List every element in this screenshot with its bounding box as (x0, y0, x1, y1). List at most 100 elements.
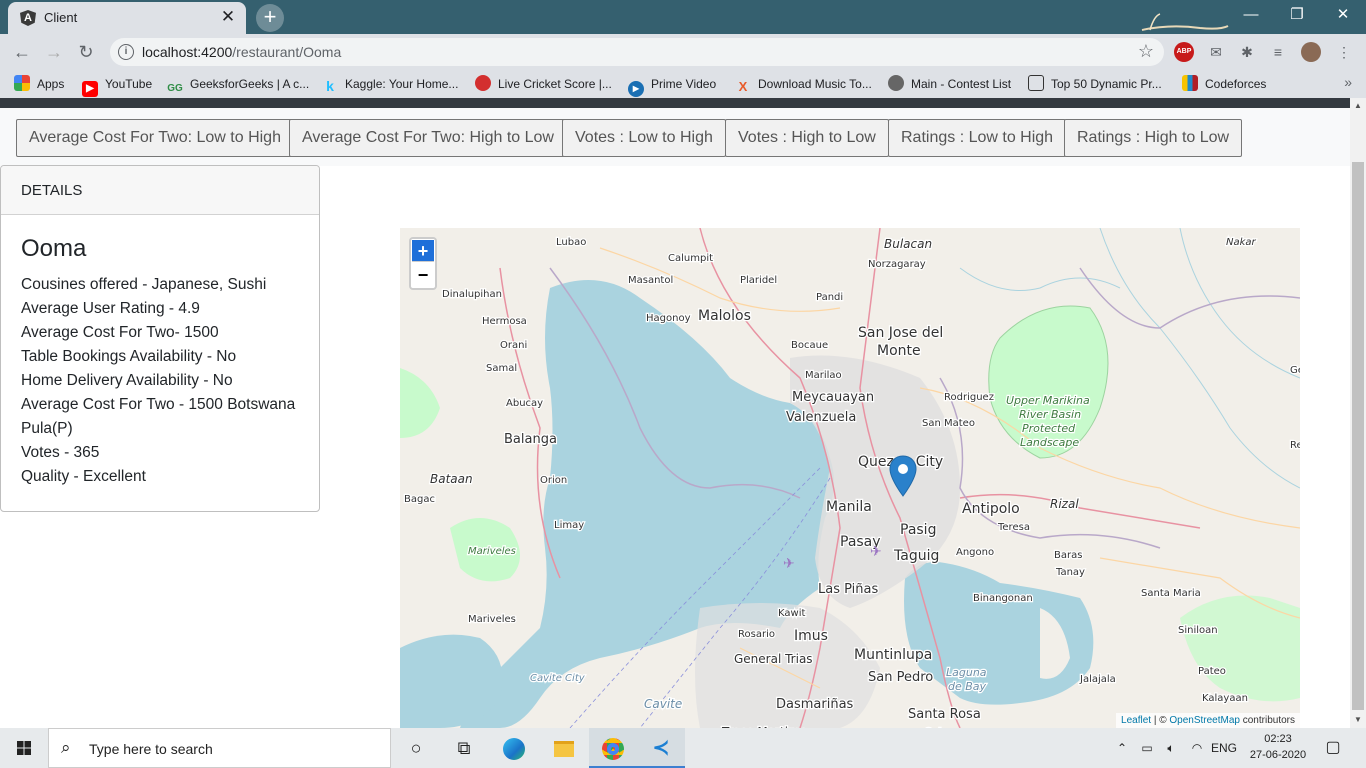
taskbar-search-input[interactable]: Type here to search (89, 741, 213, 757)
search-icon: ⌕ (61, 738, 71, 757)
notifications-icon[interactable]: ▢ (1318, 728, 1348, 768)
angular-icon: A (20, 10, 36, 26)
map-label: Laguna (946, 666, 987, 679)
clock-time: 02:23 (1264, 733, 1292, 745)
address-bar[interactable]: i localhost:4200/restaurant/Ooma ☆ (110, 38, 1164, 66)
forward-icon[interactable]: → (40, 38, 68, 66)
app-navbar (0, 98, 1350, 108)
more-bookmarks-icon[interactable]: » (1344, 74, 1352, 90)
taskbar-clock[interactable]: 02:23 27-06-2020 (1246, 731, 1310, 763)
cricket-icon (475, 75, 491, 91)
network-battery-icon[interactable]: ▭ (1136, 728, 1158, 768)
vscode-icon[interactable]: ≺ (637, 728, 685, 768)
sort-ratings-high-low-button[interactable]: Ratings : High to Low (1064, 119, 1243, 157)
reload-icon[interactable]: ↻ (72, 38, 100, 66)
home-delivery-line: Home Delivery Availability - No (21, 372, 233, 389)
minimize-button[interactable]: — (1228, 0, 1274, 30)
new-tab-button[interactable]: + (256, 4, 284, 32)
bookmark-geeksforgeeks[interactable]: GG GeeksforGeeks | A c... (167, 75, 309, 94)
map-label: de Bay (948, 680, 987, 693)
map-label: Bagac (404, 494, 435, 505)
language-indicator[interactable]: ENG (1208, 728, 1240, 768)
sort-toolbar: Average Cost For Two: Low to High Averag… (0, 108, 1350, 166)
map-label: Valenzuela (786, 410, 856, 425)
osm-link[interactable]: OpenStreetMap (1169, 715, 1240, 726)
leaflet-link[interactable]: Leaflet (1121, 715, 1151, 726)
map-label: Bulacan (884, 237, 932, 251)
scroll-down-icon[interactable]: ▼ (1350, 712, 1366, 728)
map-attribution: Leaflet | © OpenStreetMap contributors (1116, 713, 1300, 728)
map-label: Santa Maria (1141, 588, 1201, 599)
zoom-out-button[interactable]: − (411, 263, 435, 287)
file-explorer-icon[interactable] (540, 728, 588, 768)
sort-votes-high-low-button[interactable]: Votes : High to Low (725, 119, 889, 157)
close-window-button[interactable]: ✕ (1320, 0, 1366, 30)
bookmark-cricket[interactable]: Live Cricket Score |... (475, 75, 612, 93)
media-control-icon[interactable]: ≡ (1268, 42, 1288, 62)
volume-icon[interactable]: 🔈︎ (1160, 728, 1182, 768)
sort-cost-low-high-button[interactable]: Average Cost For Two: Low to High (16, 119, 294, 157)
mail-extension-icon[interactable]: ✉ (1206, 42, 1226, 62)
page-scrollbar[interactable]: ▲ ▼ (1350, 98, 1366, 728)
zoom-in-button[interactable]: + (412, 240, 434, 262)
site-info-icon[interactable]: i (118, 44, 134, 60)
map-label: Rizal (1050, 497, 1079, 511)
map-label: Mariveles (468, 546, 516, 557)
bookmark-download-music[interactable]: X Download Music To... (735, 75, 872, 94)
map-label: Binangonan (973, 593, 1033, 604)
scroll-up-icon[interactable]: ▲ (1350, 98, 1366, 114)
sort-votes-low-high-button[interactable]: Votes : Low to High (562, 119, 726, 157)
windows-start-button[interactable] (0, 728, 48, 768)
profile-avatar[interactable] (1301, 42, 1321, 62)
cortana-icon[interactable]: ○ (392, 728, 440, 768)
bookmark-top50[interactable]: Top 50 Dynamic Pr... (1028, 75, 1162, 93)
map-label: Limay (554, 520, 584, 531)
edge-icon[interactable] (490, 728, 538, 768)
map-tiles[interactable]: Lubao Calumpit Bulacan Nakar Norzagaray Masan… (400, 228, 1300, 728)
map-label: Bocaue (791, 340, 828, 351)
map-label: River Basin (1019, 408, 1081, 421)
restore-button[interactable]: ❐ (1274, 0, 1320, 30)
map-label: Calumpit (668, 253, 713, 264)
map-label: Malolos (698, 308, 751, 324)
browser-tab-client[interactable]: A Client ✕ (8, 2, 246, 34)
bookmark-contest-list[interactable]: Main - Contest List (888, 75, 1011, 93)
sort-ratings-low-high-button[interactable]: Ratings : Low to High (888, 119, 1067, 157)
windows-logo-icon (17, 741, 31, 755)
map-label: Jalajala (1079, 674, 1116, 685)
chrome-menu-icon[interactable]: ⋮ (1334, 42, 1354, 62)
cuisines-line: Cousines offered - Japanese, Sushi (21, 276, 267, 293)
task-view-icon[interactable]: ⧉ (440, 728, 488, 768)
map-label: Monte (877, 343, 921, 359)
show-hidden-icons[interactable]: ⌃ (1112, 728, 1132, 768)
map-label: Mariveles (468, 614, 516, 625)
scroll-thumb[interactable] (1352, 162, 1364, 710)
map-label: Taguig (893, 548, 939, 564)
bookmark-codeforces[interactable]: Codeforces (1182, 75, 1266, 93)
extensions-puzzle-icon[interactable]: ✱ (1237, 42, 1257, 62)
bookmark-youtube[interactable]: ▶ YouTube (82, 75, 152, 97)
back-icon[interactable]: ← (8, 38, 36, 66)
chrome-taskbar-icon[interactable] (589, 728, 637, 768)
bookmark-kaggle[interactable]: k Kaggle: Your Home... (322, 75, 458, 94)
bookmark-prime-video[interactable]: ▶ Prime Video (628, 75, 716, 97)
map-label: Siniloan (1178, 625, 1218, 636)
page-viewport: Average Cost For Two: Low to High Averag… (0, 98, 1366, 728)
leaflet-map[interactable]: Lubao Calumpit Bulacan Nakar Norzagaray Masan… (400, 228, 1300, 728)
rating-line: Average User Rating - 4.9 (21, 300, 200, 317)
close-tab-icon[interactable]: ✕ (218, 7, 238, 27)
url-text[interactable]: localhost:4200/restaurant/Ooma (142, 44, 341, 60)
bookmark-star-icon[interactable]: ☆ (1138, 41, 1154, 62)
adblock-icon[interactable]: ABP (1174, 42, 1194, 62)
wifi-icon[interactable]: ◠ (1186, 728, 1208, 768)
currency-line: Pula(P) (21, 420, 73, 437)
sort-cost-high-low-button[interactable]: Average Cost For Two: High to Low (289, 119, 567, 157)
restaurant-details-card: DETAILS Ooma Cousines offered - Japanese… (0, 165, 320, 512)
quality-line: Quality - Excellent (21, 468, 146, 485)
map-label: Landscape (1020, 436, 1079, 449)
map-label: Balanga (504, 432, 557, 447)
map-label: Muntinlupa (854, 647, 932, 663)
map-label: Lubao (556, 237, 586, 248)
bookmark-apps[interactable]: Apps (14, 75, 64, 93)
taskbar-search[interactable]: ⌕ Type here to search (48, 728, 391, 768)
